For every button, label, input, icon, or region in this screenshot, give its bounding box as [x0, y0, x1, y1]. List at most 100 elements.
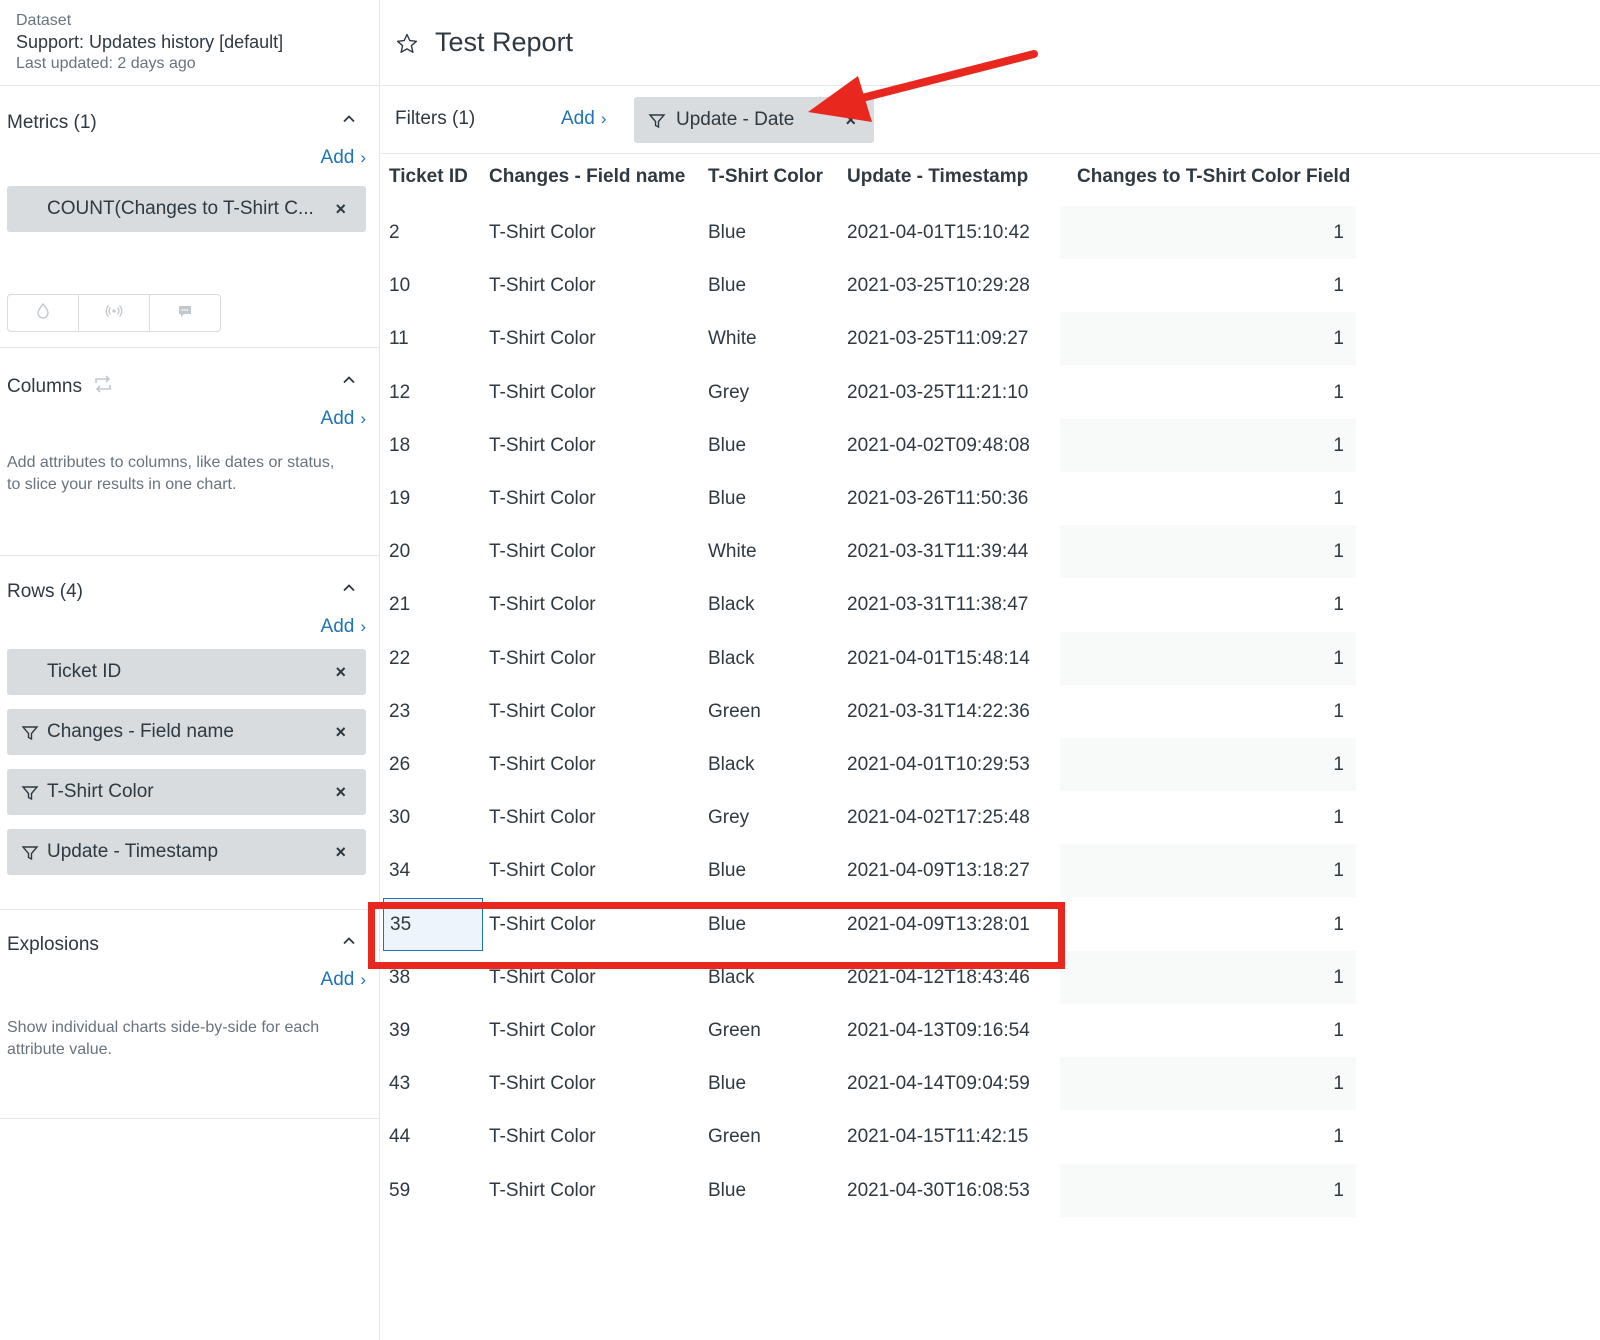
- cell-metric-value[interactable]: 1: [1060, 1163, 1356, 1217]
- cell-t-shirt-color[interactable]: Blue: [708, 206, 746, 259]
- explosions-add-link[interactable]: Add ›: [321, 969, 366, 991]
- cell-field-name[interactable]: T-Shirt Color: [489, 578, 596, 631]
- table-row[interactable]: 59 T-Shirt Color Blue 2021-04-30T16:08:53 1: [381, 1163, 1361, 1217]
- cell-ticket-id[interactable]: 35: [383, 897, 483, 951]
- row-pill-t-shirt-color[interactable]: T-Shirt Color ×: [7, 769, 366, 815]
- table-row[interactable]: 35 T-Shirt Color Blue 2021-04-09T13:28:01 1: [381, 897, 1361, 951]
- dataset-name[interactable]: Support: Updates history [default]: [16, 31, 380, 53]
- cell-field-name[interactable]: T-Shirt Color: [489, 898, 596, 951]
- table-row[interactable]: 23 T-Shirt Color Green 2021-03-31T14:22:36 1: [381, 684, 1361, 738]
- cell-field-name[interactable]: T-Shirt Color: [489, 1057, 596, 1110]
- column-header-t-shirt-color[interactable]: T-Shirt Color: [708, 166, 823, 196]
- cell-ticket-id[interactable]: 12: [389, 366, 410, 419]
- drop-option-button[interactable]: [7, 294, 79, 332]
- cell-t-shirt-color[interactable]: Grey: [708, 791, 749, 844]
- remove-metric-close-icon[interactable]: ×: [335, 199, 346, 220]
- row-pill-changes-field-name[interactable]: Changes - Field name ×: [7, 709, 366, 755]
- cell-metric-value[interactable]: 1: [1060, 950, 1356, 1004]
- cell-update-timestamp[interactable]: 2021-04-14T09:04:59: [847, 1057, 1030, 1110]
- cell-metric-value[interactable]: 1: [1060, 1057, 1356, 1111]
- swap-icon[interactable]: [92, 373, 114, 401]
- cell-update-timestamp[interactable]: 2021-03-26T11:50:36: [847, 472, 1028, 525]
- cell-metric-value[interactable]: 1: [1060, 365, 1356, 419]
- comment-option-button[interactable]: [149, 294, 221, 332]
- collapse-chevron-up-icon[interactable]: [342, 581, 356, 595]
- cell-ticket-id[interactable]: 26: [389, 738, 410, 791]
- cell-metric-value[interactable]: 1: [1060, 472, 1356, 525]
- cell-ticket-id[interactable]: 43: [389, 1057, 410, 1110]
- table-row[interactable]: 34 T-Shirt Color Blue 2021-04-09T13:18:27 1: [381, 844, 1361, 898]
- cell-update-timestamp[interactable]: 2021-03-25T10:29:28: [847, 259, 1030, 312]
- remove-row-close-icon[interactable]: ×: [335, 842, 346, 863]
- filter-funnel-icon[interactable]: [21, 784, 39, 802]
- table-row[interactable]: 11 T-Shirt Color White 2021-03-25T11:09:27 1: [381, 312, 1361, 366]
- cell-t-shirt-color[interactable]: Blue: [708, 259, 746, 312]
- cell-update-timestamp[interactable]: 2021-03-31T11:39:44: [847, 525, 1028, 578]
- rows-add-link[interactable]: Add ›: [321, 616, 366, 638]
- cell-ticket-id[interactable]: 34: [389, 844, 410, 897]
- table-row[interactable]: 22 T-Shirt Color Black 2021-04-01T15:48:14 1: [381, 631, 1361, 685]
- cell-ticket-id[interactable]: 11: [389, 312, 409, 365]
- filter-chip-update-date[interactable]: Update - Date ×: [634, 97, 874, 143]
- remove-row-close-icon[interactable]: ×: [335, 722, 346, 743]
- cell-t-shirt-color[interactable]: Blue: [708, 1057, 746, 1110]
- cell-metric-value[interactable]: 1: [1060, 684, 1356, 738]
- collapse-chevron-up-icon[interactable]: [342, 934, 356, 948]
- cell-t-shirt-color[interactable]: Blue: [708, 898, 746, 951]
- cell-ticket-id[interactable]: 30: [389, 791, 410, 844]
- cell-t-shirt-color[interactable]: Green: [708, 1110, 761, 1163]
- cell-metric-value[interactable]: 1: [1060, 418, 1356, 472]
- signal-option-button[interactable]: [78, 294, 150, 332]
- cell-t-shirt-color[interactable]: Black: [708, 951, 754, 1004]
- cell-t-shirt-color[interactable]: Blue: [708, 419, 746, 472]
- cell-t-shirt-color[interactable]: Black: [708, 632, 754, 685]
- cell-field-name[interactable]: T-Shirt Color: [489, 472, 596, 525]
- column-header-field-name[interactable]: Changes - Field name: [489, 166, 685, 196]
- cell-t-shirt-color[interactable]: Black: [708, 738, 754, 791]
- cell-field-name[interactable]: T-Shirt Color: [489, 738, 596, 791]
- cell-field-name[interactable]: T-Shirt Color: [489, 206, 596, 259]
- cell-ticket-id[interactable]: 39: [389, 1004, 410, 1057]
- cell-update-timestamp[interactable]: 2021-04-15T11:42:15: [847, 1110, 1028, 1163]
- cell-metric-value[interactable]: 1: [1060, 312, 1356, 366]
- cell-field-name[interactable]: T-Shirt Color: [489, 1110, 596, 1163]
- table-row[interactable]: 18 T-Shirt Color Blue 2021-04-02T09:48:08 1: [381, 418, 1361, 472]
- cell-field-name[interactable]: T-Shirt Color: [489, 312, 596, 365]
- metric-pill[interactable]: COUNT(Changes to T-Shirt C... ×: [7, 186, 366, 232]
- cell-update-timestamp[interactable]: 2021-04-01T15:10:42: [847, 206, 1030, 259]
- cell-t-shirt-color[interactable]: Blue: [708, 1164, 746, 1217]
- cell-ticket-id[interactable]: 2: [389, 206, 400, 259]
- remove-filter-close-icon[interactable]: ×: [845, 110, 856, 131]
- cell-field-name[interactable]: T-Shirt Color: [489, 685, 596, 738]
- cell-ticket-id[interactable]: 21: [389, 578, 410, 631]
- column-header-update-timestamp[interactable]: Update - Timestamp: [847, 166, 1028, 196]
- table-row[interactable]: 39 T-Shirt Color Green 2021-04-13T09:16:54 1: [381, 1004, 1361, 1057]
- cell-metric-value[interactable]: 1: [1060, 738, 1356, 791]
- cell-field-name[interactable]: T-Shirt Color: [489, 1004, 596, 1057]
- cell-ticket-id[interactable]: 23: [389, 685, 410, 738]
- collapse-chevron-up-icon[interactable]: [342, 112, 356, 126]
- column-header-metric[interactable]: Changes to T-Shirt Color Field: [1077, 166, 1350, 196]
- metrics-add-link[interactable]: Add ›: [321, 147, 366, 169]
- cell-metric-value[interactable]: 1: [1060, 1004, 1356, 1057]
- remove-row-close-icon[interactable]: ×: [335, 782, 346, 803]
- cell-update-timestamp[interactable]: 2021-03-25T11:09:27: [847, 312, 1028, 365]
- cell-update-timestamp[interactable]: 2021-03-25T11:21:10: [847, 366, 1028, 419]
- cell-t-shirt-color[interactable]: Grey: [708, 366, 749, 419]
- cell-metric-value[interactable]: 1: [1060, 525, 1356, 579]
- cell-t-shirt-color[interactable]: Green: [708, 1004, 761, 1057]
- cell-metric-value[interactable]: 1: [1060, 1110, 1356, 1164]
- cell-field-name[interactable]: T-Shirt Color: [489, 419, 596, 472]
- filters-add-link[interactable]: Add ›: [561, 108, 606, 130]
- cell-metric-value[interactable]: 1: [1060, 578, 1356, 632]
- row-pill-ticket-id[interactable]: Ticket ID ×: [7, 649, 366, 695]
- cell-t-shirt-color[interactable]: Green: [708, 685, 761, 738]
- cell-ticket-id[interactable]: 44: [389, 1110, 410, 1163]
- cell-ticket-id[interactable]: 22: [389, 632, 410, 685]
- cell-ticket-id[interactable]: 19: [389, 472, 410, 525]
- cell-field-name[interactable]: T-Shirt Color: [489, 632, 596, 685]
- table-row[interactable]: 19 T-Shirt Color Blue 2021-03-26T11:50:36 1: [381, 472, 1361, 525]
- cell-field-name[interactable]: T-Shirt Color: [489, 366, 596, 419]
- cell-update-timestamp[interactable]: 2021-04-09T13:28:01: [847, 898, 1030, 951]
- cell-field-name[interactable]: T-Shirt Color: [489, 259, 596, 312]
